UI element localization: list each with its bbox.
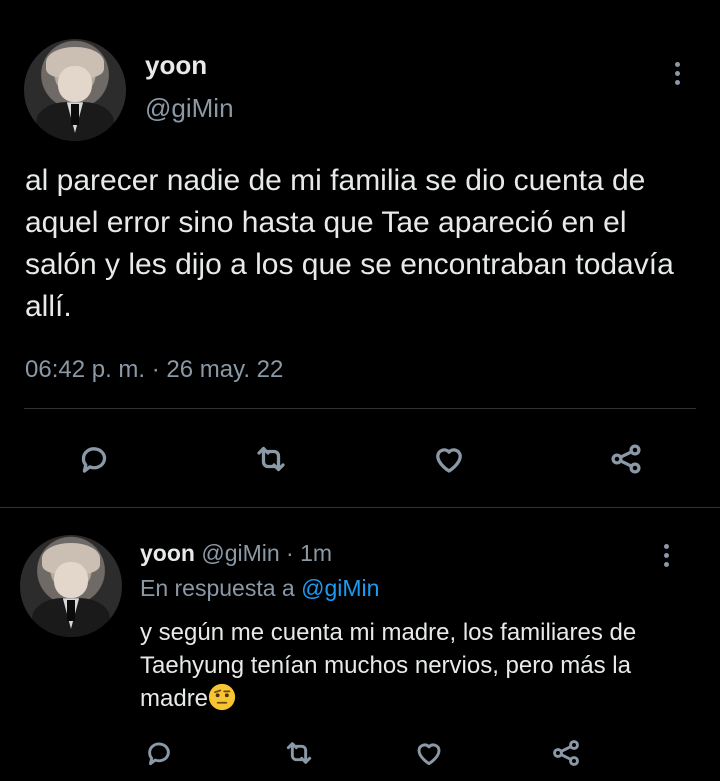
tweet-text: al parecer nadie de mi familia se dio cu… [25, 164, 674, 323]
retweet-icon[interactable] [279, 733, 319, 773]
tweet-author-name[interactable]: yoon [145, 50, 207, 81]
divider [24, 408, 696, 409]
more-options-icon[interactable] [664, 544, 670, 571]
replying-to-label: En respuesta a [140, 575, 302, 601]
replying-to-line: En respuesta a @giMin [140, 575, 379, 602]
more-options-icon[interactable] [675, 62, 681, 89]
divider [0, 507, 720, 508]
reply-author-handle[interactable]: @giMin · 1m [201, 540, 332, 566]
raised-eyebrow-emoji [208, 683, 236, 711]
reply-icon[interactable] [139, 733, 179, 773]
tweet-author-handle[interactable]: @giMin [145, 93, 234, 124]
retweet-icon[interactable] [249, 437, 293, 481]
reply-header: yoon @giMin · 1m [140, 540, 332, 567]
share-icon[interactable] [604, 437, 648, 481]
like-icon[interactable] [409, 733, 449, 773]
share-icon[interactable] [546, 733, 586, 773]
reply-text: y según me cuenta mi madre, los familiar… [140, 616, 700, 715]
tweet-timestamp[interactable]: 06:42 p. m. · 26 may. 22 [25, 356, 283, 384]
mention-link[interactable]: @giMin [301, 575, 379, 601]
avatar[interactable] [24, 39, 126, 141]
like-icon[interactable] [427, 437, 471, 481]
avatar[interactable] [20, 535, 122, 637]
reply-author-name[interactable]: yoon [140, 540, 195, 566]
reply-icon[interactable] [72, 437, 116, 481]
